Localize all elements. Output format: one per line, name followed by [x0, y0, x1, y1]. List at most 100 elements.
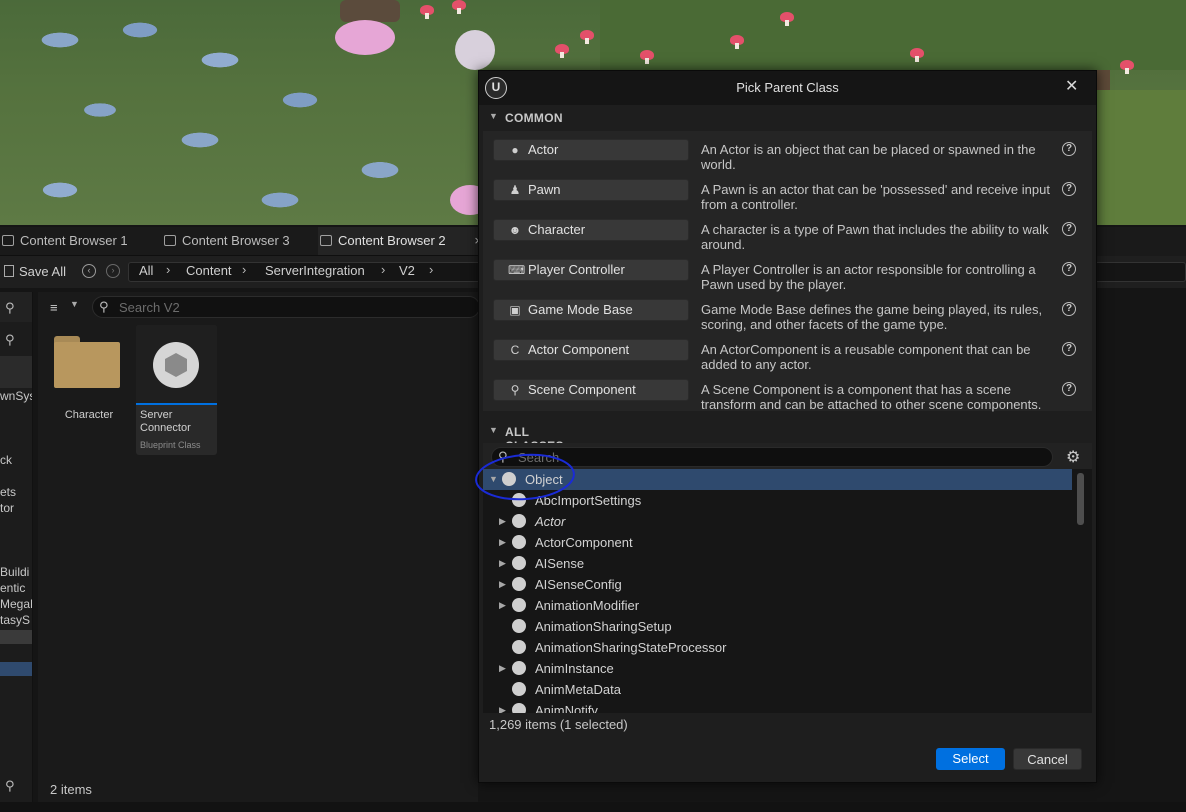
scrollbar-thumb[interactable] [1077, 473, 1084, 525]
tab-content-browser-3[interactable]: Content Browser 3 [162, 227, 322, 255]
folder-label[interactable]: tasyS [0, 613, 30, 627]
filter-icon[interactable]: ≡ [50, 300, 66, 315]
tab-content-browser-1[interactable]: Content Browser 1 [0, 227, 160, 255]
help-icon[interactable]: ? [1062, 302, 1076, 316]
search-icon: ⚲ [99, 299, 109, 314]
search-icon[interactable]: ⚲ [5, 332, 19, 347]
search-input[interactable]: ⚲ Search V2 [92, 296, 480, 318]
class-icon [512, 682, 526, 696]
mushroom-decoration [580, 30, 594, 44]
cancel-button[interactable]: Cancel [1013, 748, 1082, 770]
flower-bush-decoration [335, 20, 395, 55]
common-class-button-pawn[interactable]: ♟ Pawn [493, 179, 689, 201]
common-class-description: A Scene Component is a component that ha… [701, 382, 1042, 412]
content-browser-icon [2, 235, 14, 246]
content-browser-icon [320, 235, 332, 246]
common-class-description: Game Mode Base defines the game being pl… [701, 302, 1043, 332]
folder-label[interactable]: ck [0, 453, 12, 467]
back-arrow-icon[interactable]: ‹ [82, 264, 96, 278]
chevron-right-icon[interactable]: › [429, 262, 433, 277]
gamepad-icon: ⌨ [508, 263, 526, 277]
chevron-down-icon[interactable]: ▼ [70, 299, 79, 309]
search-icon[interactable]: ⚲ [5, 778, 19, 793]
tab-label: Content Browser 3 [182, 233, 290, 248]
folder-tile-character[interactable] [52, 336, 122, 388]
dialog-titlebar[interactable]: U Pick Parent Class ✕ [479, 71, 1096, 105]
common-class-button-game-mode-base[interactable]: ▣ Game Mode Base [493, 299, 689, 321]
sources-row-selected[interactable] [0, 662, 32, 676]
sources-row-highlight[interactable] [0, 630, 32, 644]
common-class-label: Game Mode Base [528, 302, 633, 317]
help-icon[interactable]: ? [1062, 262, 1076, 276]
asset-tile-server-connector[interactable]: Server Connector Blueprint Class [136, 325, 217, 455]
pick-parent-class-dialog: U Pick Parent Class ✕ ▼ COMMON ● Actor An … [475, 70, 1097, 783]
help-icon[interactable]: ? [1062, 342, 1076, 356]
folder-label[interactable]: MegaE [0, 597, 32, 611]
actor-icon: ● [511, 143, 519, 157]
breadcrumb-all[interactable]: All [139, 263, 153, 278]
gear-icon[interactable]: ⚙ [1066, 447, 1080, 467]
breadcrumb-serverintegration[interactable]: ServerIntegration [265, 263, 365, 278]
help-icon[interactable]: ? [1062, 222, 1076, 236]
asset-thumbnail [136, 325, 217, 405]
common-class-description: An Actor is an object that can be placed… [701, 142, 1036, 172]
search-icon[interactable]: ⚲ [5, 300, 19, 315]
asset-type-label: Blueprint Class [140, 440, 201, 450]
mushroom-decoration [640, 50, 654, 64]
chevron-right-icon[interactable]: ▶ [499, 511, 506, 532]
chevron-right-icon[interactable]: ▶ [499, 532, 506, 553]
flower-bush-decoration [455, 30, 495, 70]
class-icon [512, 556, 526, 570]
class-icon [512, 598, 526, 612]
class-icon [512, 619, 526, 633]
help-icon[interactable]: ? [1062, 382, 1076, 396]
chevron-right-icon[interactable]: ▶ [499, 574, 506, 595]
folder-label[interactable]: ets [0, 485, 16, 499]
asset-type-stripe [136, 403, 217, 405]
help-icon[interactable]: ? [1062, 142, 1076, 156]
chevron-right-icon[interactable]: › [381, 262, 385, 277]
blueprint-class-icon [153, 342, 199, 388]
folder-label[interactable]: tor [0, 501, 14, 515]
chevron-right-icon[interactable]: ▶ [499, 658, 506, 679]
class-label: Actor [535, 514, 566, 529]
chevron-right-icon[interactable]: ▶ [499, 595, 506, 616]
asset-label-character[interactable]: Character [46, 409, 132, 421]
grass-decoration [600, 0, 1186, 70]
help-icon[interactable]: ? [1062, 182, 1076, 196]
select-button[interactable]: Select [936, 748, 1005, 770]
class-label: AnimationSharingStateProcessor [535, 640, 727, 655]
chevron-right-icon[interactable]: ▶ [499, 700, 506, 713]
tab-content-browser-2[interactable]: Content Browser 2 × [318, 227, 482, 255]
save-all-button[interactable]: Save All [19, 264, 66, 279]
chevron-right-icon[interactable]: › [242, 262, 246, 277]
common-class-button-player-controller[interactable]: ⌨ Player Controller [493, 259, 689, 281]
sources-panel: ⚲ ⚲ wnSys ck ets tor Buildi entic MegaE … [0, 292, 33, 812]
common-class-description: A Pawn is an actor that can be 'possesse… [701, 182, 1050, 212]
class-label: AnimationModifier [535, 598, 640, 613]
sources-folder-row[interactable] [0, 356, 32, 388]
common-class-button-scene-component[interactable]: ⚲ Scene Component [493, 379, 689, 401]
dialog-title: Pick Parent Class [736, 80, 839, 95]
chevron-right-icon[interactable]: › [166, 262, 170, 277]
asset-label-server-connector: Server Connector [140, 409, 191, 434]
common-class-button-character[interactable]: ☻ Character [493, 219, 689, 241]
common-class-button-actor-component[interactable]: C Actor Component [493, 339, 689, 361]
chevron-right-icon[interactable]: ▶ [499, 553, 506, 574]
folder-label[interactable]: Buildi [0, 565, 29, 579]
mushroom-decoration [910, 48, 924, 62]
class-label: AnimationSharingSetup [535, 619, 672, 634]
folder-label[interactable]: entic [0, 581, 25, 595]
breadcrumb-v2[interactable]: V2 [399, 263, 415, 278]
mushroom-decoration [780, 12, 794, 26]
close-icon[interactable]: ✕ [1065, 76, 1078, 96]
breadcrumb-content[interactable]: Content [186, 263, 232, 278]
class-icon [512, 535, 526, 549]
common-class-button-actor[interactable]: ● Actor [493, 139, 689, 161]
section-title: COMMON [505, 111, 563, 125]
forward-arrow-icon[interactable]: › [106, 264, 120, 278]
chevron-down-icon: ▼ [489, 425, 499, 435]
class-label: AnimNotify [535, 703, 598, 713]
mushroom-decoration [730, 35, 744, 49]
folder-label[interactable]: wnSys [0, 389, 32, 403]
